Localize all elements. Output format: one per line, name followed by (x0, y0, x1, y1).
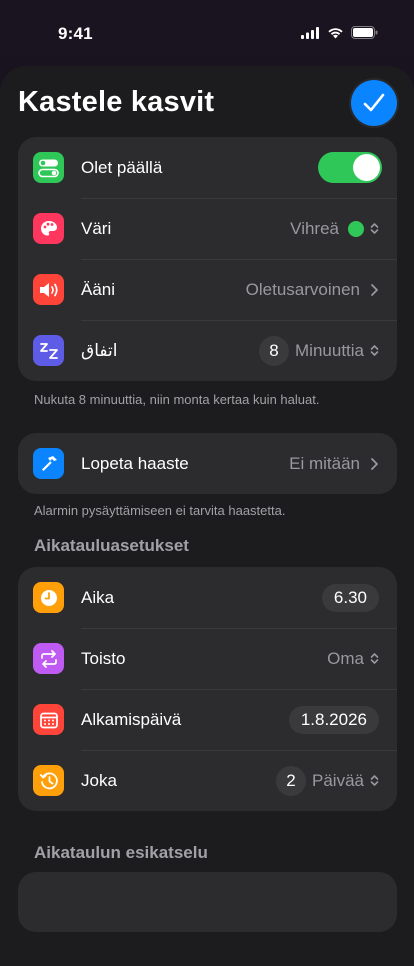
wifi-icon (327, 26, 344, 44)
sound-value: Oletusarvoinen (246, 280, 379, 300)
palette-icon (33, 213, 64, 244)
clock-icon (33, 582, 64, 613)
every-label: Joka (81, 770, 117, 790)
start-date-pill[interactable]: 1.8.2026 (288, 705, 379, 734)
row-repeat[interactable]: Toisto Oma (18, 628, 397, 689)
chevron-right-icon (371, 457, 378, 470)
start-date-value: 1.8.2026 (288, 705, 379, 734)
enabled-toggle[interactable] (318, 152, 382, 183)
schedule-section-header: Aikatauluasetukset (34, 536, 189, 555)
sound-label: Ääni (81, 279, 116, 299)
challenge-footnote: Alarmin pysäyttämiseen ei tarvita haaste… (34, 503, 286, 518)
history-icon (33, 765, 64, 796)
status-icons (301, 26, 378, 44)
color-dot (348, 220, 364, 237)
sound-name: Oletusarvoinen (245, 279, 360, 299)
confirm-button[interactable] (351, 80, 397, 126)
repeat-icon (33, 643, 64, 674)
repeat-label: Toisto (81, 648, 126, 668)
challenge-group: Lopeta haaste Ei mitään (18, 433, 397, 494)
snooze-icon (33, 335, 64, 366)
calendar-icon (33, 704, 64, 735)
stop-challenge-label: Lopeta haaste (81, 453, 189, 473)
toggle-knob (353, 154, 380, 181)
stop-challenge-value: Ei mitään (289, 454, 379, 474)
snooze-label: اتفاق (81, 340, 118, 360)
every-value: 2 Päivää (276, 765, 379, 796)
row-start-date[interactable]: Alkamispäivä 1.8.2026 (18, 689, 397, 750)
row-snooze[interactable]: اتفاق 8 Minuuttia (18, 320, 397, 381)
enabled-label: Olet päällä (81, 157, 163, 177)
color-name: Vihreä (290, 218, 339, 238)
snooze-count-badge: 8 (259, 335, 290, 366)
repeat-value: Oma (327, 649, 379, 669)
time-label: Aika (81, 587, 115, 607)
battery-icon (351, 26, 378, 44)
speaker-icon (33, 274, 64, 305)
color-value: Vihreä (290, 219, 379, 239)
schedule-group: Aika 6.30 Toisto Oma Alkamispäivä 1.8.20… (18, 567, 397, 811)
alarm-settings-group: Olet päällä Väri Vihreä Ääni Oletusarvoi… (18, 137, 397, 381)
page-title: Kastele kasvit (18, 86, 215, 118)
snooze-value: 8 Minuuttia (259, 335, 379, 366)
chevron-up-down-icon (370, 223, 379, 234)
time-value: 6.30 (321, 583, 379, 612)
start-date-label: Alkamispäivä (81, 709, 182, 729)
chevron-right-icon (371, 283, 378, 296)
color-label: Väri (81, 218, 112, 238)
chevron-up-down-icon (370, 345, 379, 356)
snooze-footnote: Nukuta 8 minuuttia, niin monta kertaa ku… (34, 392, 320, 407)
toggle-icon (33, 152, 64, 183)
row-time[interactable]: Aika 6.30 (18, 567, 397, 628)
signal-icon (301, 26, 320, 44)
row-sound[interactable]: Ääni Oletusarvoinen (18, 259, 397, 320)
checkmark-icon (363, 93, 385, 112)
preview-card (18, 872, 397, 932)
row-every[interactable]: Joka 2 Päivää (18, 750, 397, 811)
status-time: 9:41 (58, 24, 93, 43)
every-unit: Päivää (312, 770, 364, 790)
chevron-up-down-icon (370, 653, 379, 664)
snooze-unit: Minuuttia (295, 340, 364, 360)
row-color[interactable]: Väri Vihreä (18, 198, 397, 259)
preview-section-header: Aikataulun esikatselu (34, 843, 208, 862)
repeat-name: Oma (327, 648, 364, 668)
every-count-badge: 2 (276, 765, 307, 796)
chevron-up-down-icon (370, 775, 379, 786)
hammer-icon (33, 448, 64, 479)
row-enabled: Olet päällä (18, 137, 397, 198)
status-bar: 9:41 (0, 0, 414, 66)
row-stop-challenge[interactable]: Lopeta haaste Ei mitään (18, 433, 397, 494)
stop-challenge-name: Ei mitään (289, 453, 360, 473)
time-pill[interactable]: 6.30 (321, 583, 379, 612)
